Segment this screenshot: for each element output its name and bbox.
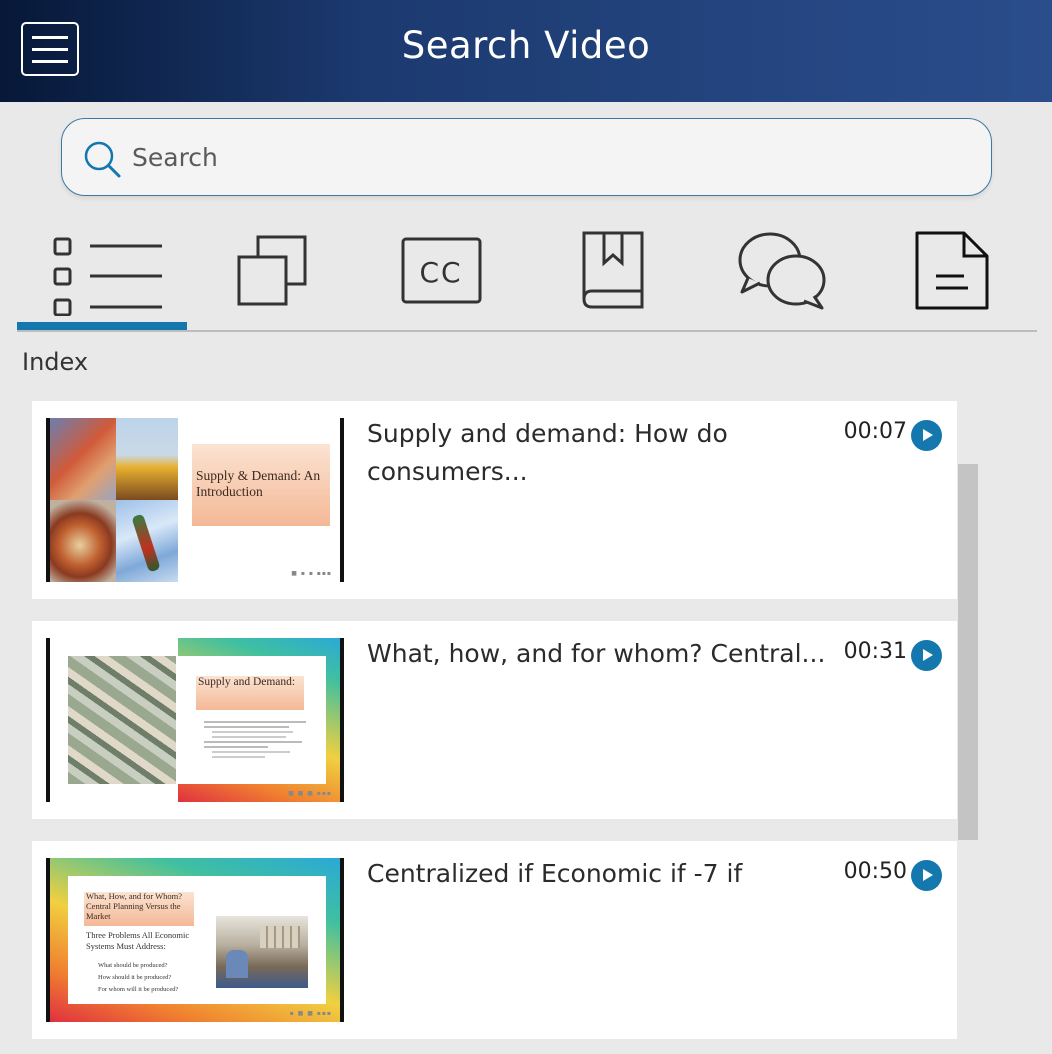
active-tab-indicator bbox=[17, 322, 187, 330]
tab-comments[interactable] bbox=[697, 212, 867, 330]
slide-controls: ■ ■ ■ ▪▪▪ bbox=[288, 790, 332, 797]
play-icon[interactable] bbox=[911, 420, 942, 451]
result-title: Centralized if Economic if -7 if bbox=[367, 859, 743, 888]
notes-icon bbox=[915, 231, 989, 310]
play-icon[interactable] bbox=[911, 640, 942, 671]
list-item[interactable]: What, How, and for Whom? Central Plannin… bbox=[32, 841, 957, 1039]
index-list-icon bbox=[53, 237, 162, 316]
result-timestamp: 00:31 bbox=[843, 639, 907, 664]
list-item[interactable]: Supply and Demand: ■ ■ ■ ▪▪▪ What, how, … bbox=[32, 621, 957, 819]
slide-title: Supply and Demand: bbox=[198, 676, 296, 688]
slide-title: Supply & Demand: An Introduction bbox=[196, 468, 321, 499]
slide-thumbnail[interactable]: What, How, and for Whom? Central Plannin… bbox=[46, 858, 344, 1022]
slide-bullet: What should be produced? bbox=[98, 962, 168, 969]
closed-captions-icon: CC bbox=[401, 237, 482, 304]
result-timestamp: 00:07 bbox=[843, 419, 907, 444]
thumbnail-image bbox=[116, 418, 178, 500]
search-box[interactable] bbox=[61, 118, 992, 196]
tab-bookmarks[interactable] bbox=[527, 212, 697, 330]
section-label: Index bbox=[22, 348, 89, 376]
tab-slides[interactable] bbox=[187, 212, 357, 330]
search-icon bbox=[84, 141, 121, 178]
slide-thumbnail[interactable]: Supply and Demand: ■ ■ ■ ▪▪▪ bbox=[46, 638, 344, 802]
slide-bullet: For whom will it be produced? bbox=[98, 986, 179, 993]
slide-bullet-main: Three Problems All Economic Systems Must… bbox=[86, 930, 190, 952]
tab-captions[interactable]: CC bbox=[357, 212, 527, 330]
scrollbar-thumb[interactable] bbox=[958, 464, 978, 840]
play-icon[interactable] bbox=[911, 860, 942, 891]
slide-photo bbox=[216, 916, 308, 988]
page-title: Search Video bbox=[401, 24, 651, 67]
result-timestamp: 00:50 bbox=[843, 859, 907, 884]
result-title: Supply and demand: How do consumers... bbox=[367, 419, 728, 486]
bookmark-icon bbox=[582, 231, 644, 309]
search-category-tabs: CC bbox=[17, 212, 1037, 332]
tab-notes[interactable] bbox=[867, 212, 1037, 330]
comments-icon bbox=[738, 232, 826, 310]
slide-controls: ■ ▪ ▪ ▪▪▪ bbox=[291, 570, 332, 577]
slide-controls: ▪ ■ ■ ▪▪▪ bbox=[289, 1010, 332, 1017]
thumbnail-image bbox=[50, 500, 116, 582]
slide-thumbnail[interactable]: Supply & Demand: An Introduction ■ ▪ ▪ ▪… bbox=[46, 418, 344, 582]
slide-bullet: How should it be produced? bbox=[98, 974, 172, 981]
thumbnail-image bbox=[116, 500, 178, 582]
money-image bbox=[68, 656, 176, 784]
list-item[interactable]: Supply & Demand: An Introduction ■ ▪ ▪ ▪… bbox=[32, 401, 957, 599]
tab-divider bbox=[17, 330, 1037, 332]
result-title: What, how, and for whom? Central... bbox=[367, 639, 826, 668]
slide-title: What, How, and for Whom? Central Plannin… bbox=[86, 891, 183, 921]
slides-icon bbox=[237, 235, 307, 306]
cc-label: CC bbox=[419, 256, 462, 289]
app-header: Search Video bbox=[0, 0, 1052, 102]
thumbnail-image bbox=[50, 418, 116, 500]
tab-index[interactable] bbox=[17, 212, 187, 330]
slide-bullets bbox=[204, 718, 310, 761]
search-input[interactable] bbox=[130, 135, 954, 179]
